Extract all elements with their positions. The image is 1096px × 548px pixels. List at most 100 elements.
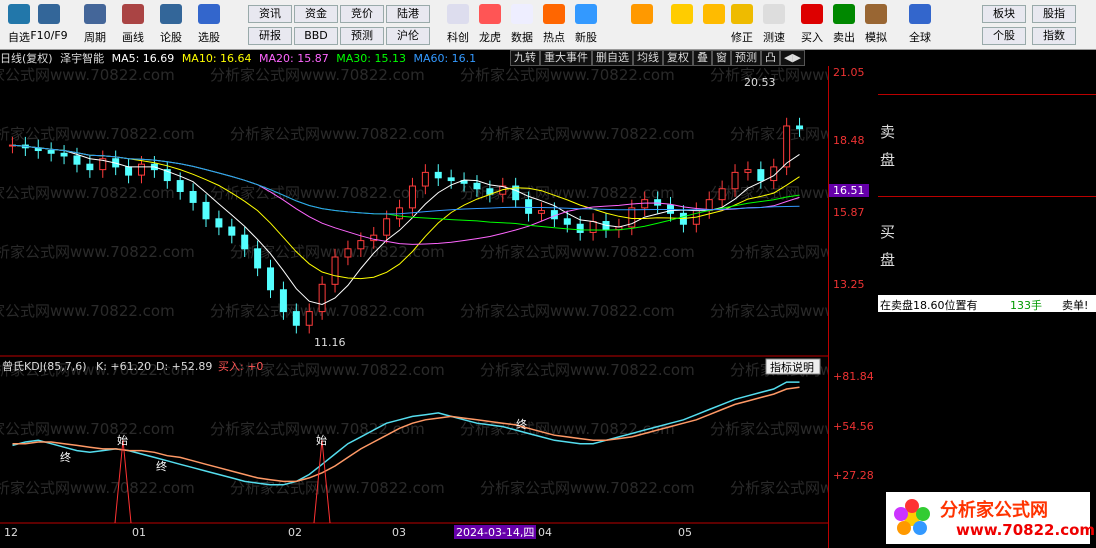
chart-button[interactable]: 删自选 <box>592 50 633 66</box>
indicator-explain-button[interactable]: 指标说明 <box>765 358 821 375</box>
main-toolbar: 自选 F10/F9 周期 画线 论股 选股 资讯 资金 竞价 陆港 研报 BBD 预测 沪伦 科创 龙虎 数据热… <box>0 0 1096 50</box>
toolbar-select-stock-button[interactable]: 选股 <box>190 2 228 48</box>
globe-icon <box>909 4 931 24</box>
candle-body <box>318 283 326 313</box>
toolbar-hot-button[interactable]: 热点 <box>536 2 572 48</box>
chart-button[interactable]: 叠 <box>693 50 712 66</box>
chart-button[interactable]: 重大事件 <box>540 50 592 66</box>
candle-body <box>215 218 223 228</box>
watermark-text: 分析家公式网www.70822.com <box>710 184 828 202</box>
candle-body <box>473 182 481 190</box>
indicator-label: 买入: +0 <box>218 360 263 373</box>
toolbar-globe-button[interactable]: 全球 <box>902 2 938 48</box>
toolbar-clock-button[interactable]: 周期 <box>76 2 114 48</box>
chart-button[interactable]: 复权 <box>663 50 693 66</box>
small-button[interactable]: 研报 <box>248 27 292 45</box>
candle-body <box>202 201 210 220</box>
chart-button[interactable]: 凸 <box>761 50 780 66</box>
candle-body <box>137 163 145 176</box>
toolbar-label: 热点 <box>543 31 565 44</box>
small-button[interactable]: 指数 <box>1032 27 1076 45</box>
dragon-tiger-icon <box>479 4 501 24</box>
toolbar-kechuang-button[interactable]: 科创 <box>440 2 476 48</box>
toolbar-buy-button[interactable]: 买入 <box>794 2 830 48</box>
small-button[interactable]: 竞价 <box>340 5 384 23</box>
candle-body <box>228 226 236 236</box>
x-tick-label: 2024-03-14,四 <box>456 526 534 539</box>
candle-body <box>537 210 545 214</box>
quote-panel: 卖盘 买盘 在卖盘18.60位置有 133手 卖单! <box>878 50 1096 548</box>
toolbar-simulate-button[interactable]: 模拟 <box>858 2 894 48</box>
x-tick-label: 02 <box>288 526 302 539</box>
toolbar-label: 画线 <box>122 31 144 44</box>
candle-body <box>357 240 365 250</box>
watermark-text: 分析家公式网www.70822.com <box>460 66 675 84</box>
small-button[interactable]: BBD <box>294 27 338 45</box>
small-button[interactable]: 股指 <box>1032 5 1076 23</box>
small-button[interactable]: 板块 <box>982 5 1026 23</box>
candle-body <box>641 199 649 209</box>
end-signal-label: 终 <box>156 459 167 473</box>
chart-button[interactable]: 均线 <box>633 50 663 66</box>
start-signal-label: 始 <box>316 433 327 447</box>
toolbar-f10-button[interactable]: F10/F9 <box>30 2 68 48</box>
select-stock-icon <box>198 4 220 24</box>
chart-button[interactable]: 预测 <box>731 50 761 66</box>
toolbar-fix-button[interactable]: 修正 <box>724 2 760 48</box>
logo-url: www.70822.com <box>956 521 1096 539</box>
low-price-annotation: 11.16 <box>314 336 346 349</box>
ma10-label: MA10: 16.64 <box>181 52 252 65</box>
watermark-text: 分析家公式网www.70822.com <box>730 125 828 143</box>
sell-side-label: 卖盘 <box>880 123 896 169</box>
toolbar-dragon-tiger-button[interactable]: 龙虎 <box>472 2 508 48</box>
chart-button[interactable]: 窗 <box>712 50 731 66</box>
candle-body <box>47 150 55 154</box>
small-button[interactable]: 沪伦 <box>386 27 430 45</box>
speed-test-icon <box>763 4 785 24</box>
position-count: 133手 <box>1010 299 1042 312</box>
toolbar-color-block-button[interactable] <box>624 2 660 48</box>
logo: 分析家公式网 www.70822.com <box>886 492 1095 544</box>
end-signal-label: 终 <box>60 450 71 464</box>
toolbar-label: 数据 <box>511 31 533 44</box>
candle-body <box>241 234 249 250</box>
toolbar-new-stock-button[interactable]: 新股 <box>568 2 604 48</box>
toolbar-pe-data-button[interactable]: 数据 <box>504 2 540 48</box>
toolbar-speed-test-button[interactable]: 测速 <box>756 2 792 48</box>
chart-button[interactable]: 九转 <box>510 50 540 66</box>
watermark-text: 分析家公式网www.70822.com <box>230 479 445 497</box>
small-button[interactable]: 预测 <box>340 27 384 45</box>
ma20-label: MA20: 15.87 <box>259 52 329 65</box>
small-button[interactable]: 个股 <box>982 27 1026 45</box>
indicator-tick-label: +27.28 <box>833 469 874 482</box>
candle-body <box>525 199 533 214</box>
watermark-text: 分析家公式网www.70822.com <box>0 302 175 320</box>
end-signal-label: 终 <box>516 417 527 431</box>
watermark-text: 分析家公式网www.70822.com <box>210 302 425 320</box>
watermark-text: 分析家公式网www.70822.com <box>210 66 425 84</box>
position-notice: 在卖盘18.60位置有 133手 卖单! <box>878 295 1096 312</box>
price-tick-label: 18.48 <box>833 134 865 147</box>
back-arrow-icon <box>671 4 693 24</box>
toolbar-pen-button[interactable]: 画线 <box>114 2 152 48</box>
small-button[interactable]: 陆港 <box>386 5 430 23</box>
toolbar-label: 科创 <box>447 31 469 44</box>
toolbar-sell-button[interactable]: 卖出 <box>826 2 862 48</box>
toolbar-discuss-button[interactable]: 论股 <box>152 2 190 48</box>
candle-body <box>563 218 571 225</box>
buy-icon <box>801 4 823 24</box>
toolbar-back-arrow-button[interactable] <box>664 2 700 48</box>
kline-chart: 分析家公式网www.70822.com 分析家公式网www.70822.com 分析… <box>0 66 828 548</box>
watermark-text: 分析家公式网www.70822.com <box>0 479 195 497</box>
small-button[interactable]: 资讯 <box>248 5 292 23</box>
start-signal-label: 始 <box>117 433 128 447</box>
price-tick-label: 16.51 <box>829 184 869 197</box>
small-button[interactable]: 资金 <box>294 5 338 23</box>
toolbar-label: 全球 <box>909 31 931 44</box>
watermark-text: 分析家公式网www.70822.com <box>0 184 175 202</box>
candle-body <box>731 171 739 190</box>
candle-body <box>434 171 442 179</box>
fix-icon <box>731 4 753 24</box>
x-tick-label: 05 <box>678 526 692 539</box>
chart-button[interactable]: ◀▶ <box>780 50 805 66</box>
